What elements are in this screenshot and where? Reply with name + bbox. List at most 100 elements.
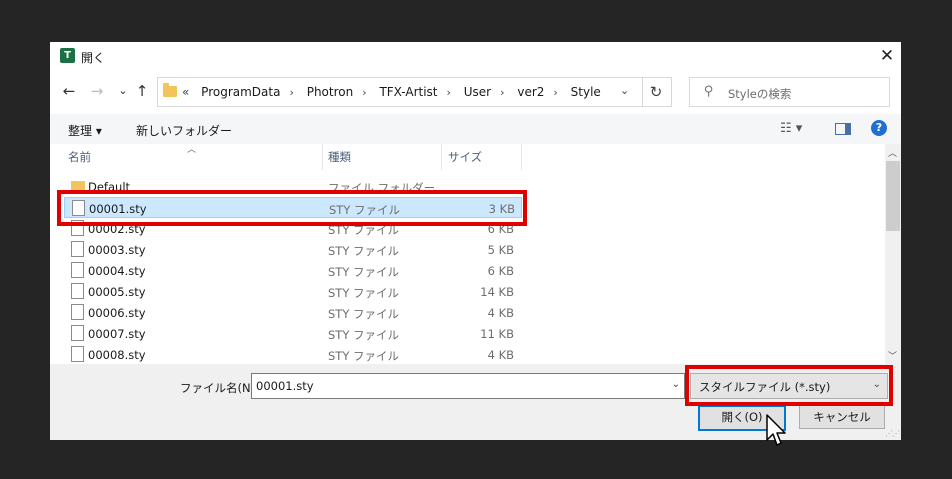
list-item[interactable]: 00008.sty STY ファイル 4 KB [64,344,522,364]
help-icon[interactable]: ? [871,120,887,136]
breadcrumb-separator-icon[interactable]: › [553,86,557,99]
file-size: 6 KB [487,222,514,236]
list-item-selected[interactable]: 00001.sty STY ファイル 3 KB [64,197,522,218]
file-name: 00007.sty [88,327,146,341]
mouse-pointer-icon [766,414,786,446]
file-icon [71,346,84,362]
file-type: STY ファイル [328,286,400,300]
file-type: ファイル フォルダー [328,181,436,195]
breadcrumb-item-photron[interactable]: Photron [307,85,354,99]
column-header-size[interactable]: サイズ [448,149,482,165]
breadcrumb-item-user[interactable]: User [464,85,491,99]
open-file-dialog: T 開く ✕ ← → ⌄ ↑ « ProgramData › Photron › T… [50,42,901,440]
file-name: 00004.sty [88,264,146,278]
column-divider[interactable] [441,144,442,170]
file-size: 4 KB [487,306,514,320]
file-name: 00002.sty [88,222,146,236]
file-icon [71,241,84,257]
navigation-bar: ← → ⌄ ↑ « ProgramData › Photron › TFX-Arti… [50,76,901,108]
preview-pane-icon[interactable] [835,123,851,135]
breadcrumb-item-ver2[interactable]: ver2 [517,85,544,99]
breadcrumb-separator-icon[interactable]: › [289,86,293,99]
file-list: ︿ 名前 種類 サイズ Default ファイル フォルダー 00001.sty… [50,144,885,364]
column-header-name[interactable]: 名前 [68,149,91,165]
file-type: STY ファイル [328,349,400,363]
filename-field[interactable]: 00001.sty ⌄ [251,373,685,399]
search-input[interactable]: ⚲ Styleの検索 [689,77,890,107]
search-icon: ⚲ [704,84,714,99]
scroll-down-icon[interactable]: ﹀ [888,349,897,362]
file-name: 00003.sty [88,243,146,257]
file-type-filter-value: スタイルファイル (*.sty) [699,380,831,394]
folder-icon [71,181,85,191]
breadcrumb-overflow-icon[interactable]: « [182,85,189,99]
file-size: 4 KB [487,348,514,362]
list-item[interactable]: Default ファイル フォルダー [64,176,522,197]
file-type: STY ファイル [329,203,401,217]
file-icon [71,325,84,341]
refresh-button[interactable]: ↻ [641,77,672,107]
breadcrumb: « ProgramData › Photron › TFX-Artist › User… [182,85,601,99]
recent-locations-chevron-icon[interactable]: ⌄ [114,82,132,100]
column-divider[interactable] [521,144,522,170]
sort-ascending-icon: ︿ [187,145,197,155]
file-size: 11 KB [480,327,514,341]
column-header-type[interactable]: 種類 [328,149,351,165]
file-icon [71,262,84,278]
address-bar[interactable]: « ProgramData › Photron › TFX-Artist › User… [157,77,643,107]
list-item[interactable]: 00003.sty STY ファイル 5 KB [64,239,522,260]
close-button[interactable]: ✕ [876,45,898,67]
column-divider[interactable] [322,144,323,170]
filename-label: ファイル名(N): [180,381,259,395]
back-arrow-icon[interactable]: ← [60,82,78,100]
file-size: 5 KB [487,243,514,257]
file-name: 00001.sty [89,202,147,216]
file-icon [71,283,84,299]
breadcrumb-separator-icon[interactable]: › [500,86,504,99]
cancel-button[interactable]: キャンセル [799,405,885,429]
change-view-icon[interactable]: ☷ ▾ [780,121,802,136]
list-item[interactable]: 00004.sty STY ファイル 6 KB [64,260,522,281]
list-item[interactable]: 00006.sty STY ファイル 4 KB [64,302,522,323]
breadcrumb-separator-icon[interactable]: › [362,86,366,99]
breadcrumb-item-programdata[interactable]: ProgramData [201,85,280,99]
breadcrumb-item-tfx-artist[interactable]: TFX-Artist [379,85,437,99]
filename-value: 00001.sty [256,379,314,393]
breadcrumb-item-style[interactable]: Style [571,85,601,99]
resize-grip-icon[interactable]: ⋰⋰ [885,429,900,438]
forward-arrow-icon[interactable]: → [88,82,106,100]
list-item[interactable]: 00005.sty STY ファイル 14 KB [64,281,522,302]
file-type: STY ファイル [328,328,400,342]
file-name: Default [88,180,131,194]
organize-button[interactable]: 整理 ▾ [68,122,102,139]
file-name: 00008.sty [88,348,146,362]
file-size: 14 KB [480,285,514,299]
breadcrumb-separator-icon[interactable]: › [447,86,451,99]
file-icon [71,304,84,320]
address-dropdown-chevron-icon[interactable]: ⌄ [620,84,629,97]
list-item[interactable]: 00002.sty STY ファイル 6 KB [64,218,522,239]
file-size: 6 KB [487,264,514,278]
up-arrow-icon[interactable]: ↑ [133,82,151,100]
file-size: 3 KB [488,202,515,216]
file-icon [72,200,85,216]
file-type: STY ファイル [328,307,400,321]
scroll-up-icon[interactable]: ︿ [888,146,897,159]
file-type: STY ファイル [328,265,400,279]
file-name: 00005.sty [88,285,146,299]
new-folder-button[interactable]: 新しいフォルダー [136,122,232,139]
file-type-filter-select[interactable]: スタイルファイル (*.sty) ⌄ [690,373,888,399]
file-name: 00006.sty [88,306,146,320]
file-type: STY ファイル [328,223,400,237]
filter-chevron-down-icon: ⌄ [872,379,881,390]
folder-icon [163,83,177,97]
title-bar: T 開く ✕ [50,42,901,70]
file-icon [71,220,84,236]
app-icon: T [60,48,75,63]
vertical-scrollbar[interactable]: ︿ ﹀ [885,144,901,364]
file-type: STY ファイル [328,244,400,258]
list-item[interactable]: 00007.sty STY ファイル 11 KB [64,323,522,344]
command-toolbar: 整理 ▾ 新しいフォルダー ☷ ▾ ? [50,114,901,144]
filename-dropdown-chevron-icon[interactable]: ⌄ [672,379,680,390]
scrollbar-thumb[interactable] [886,161,900,231]
